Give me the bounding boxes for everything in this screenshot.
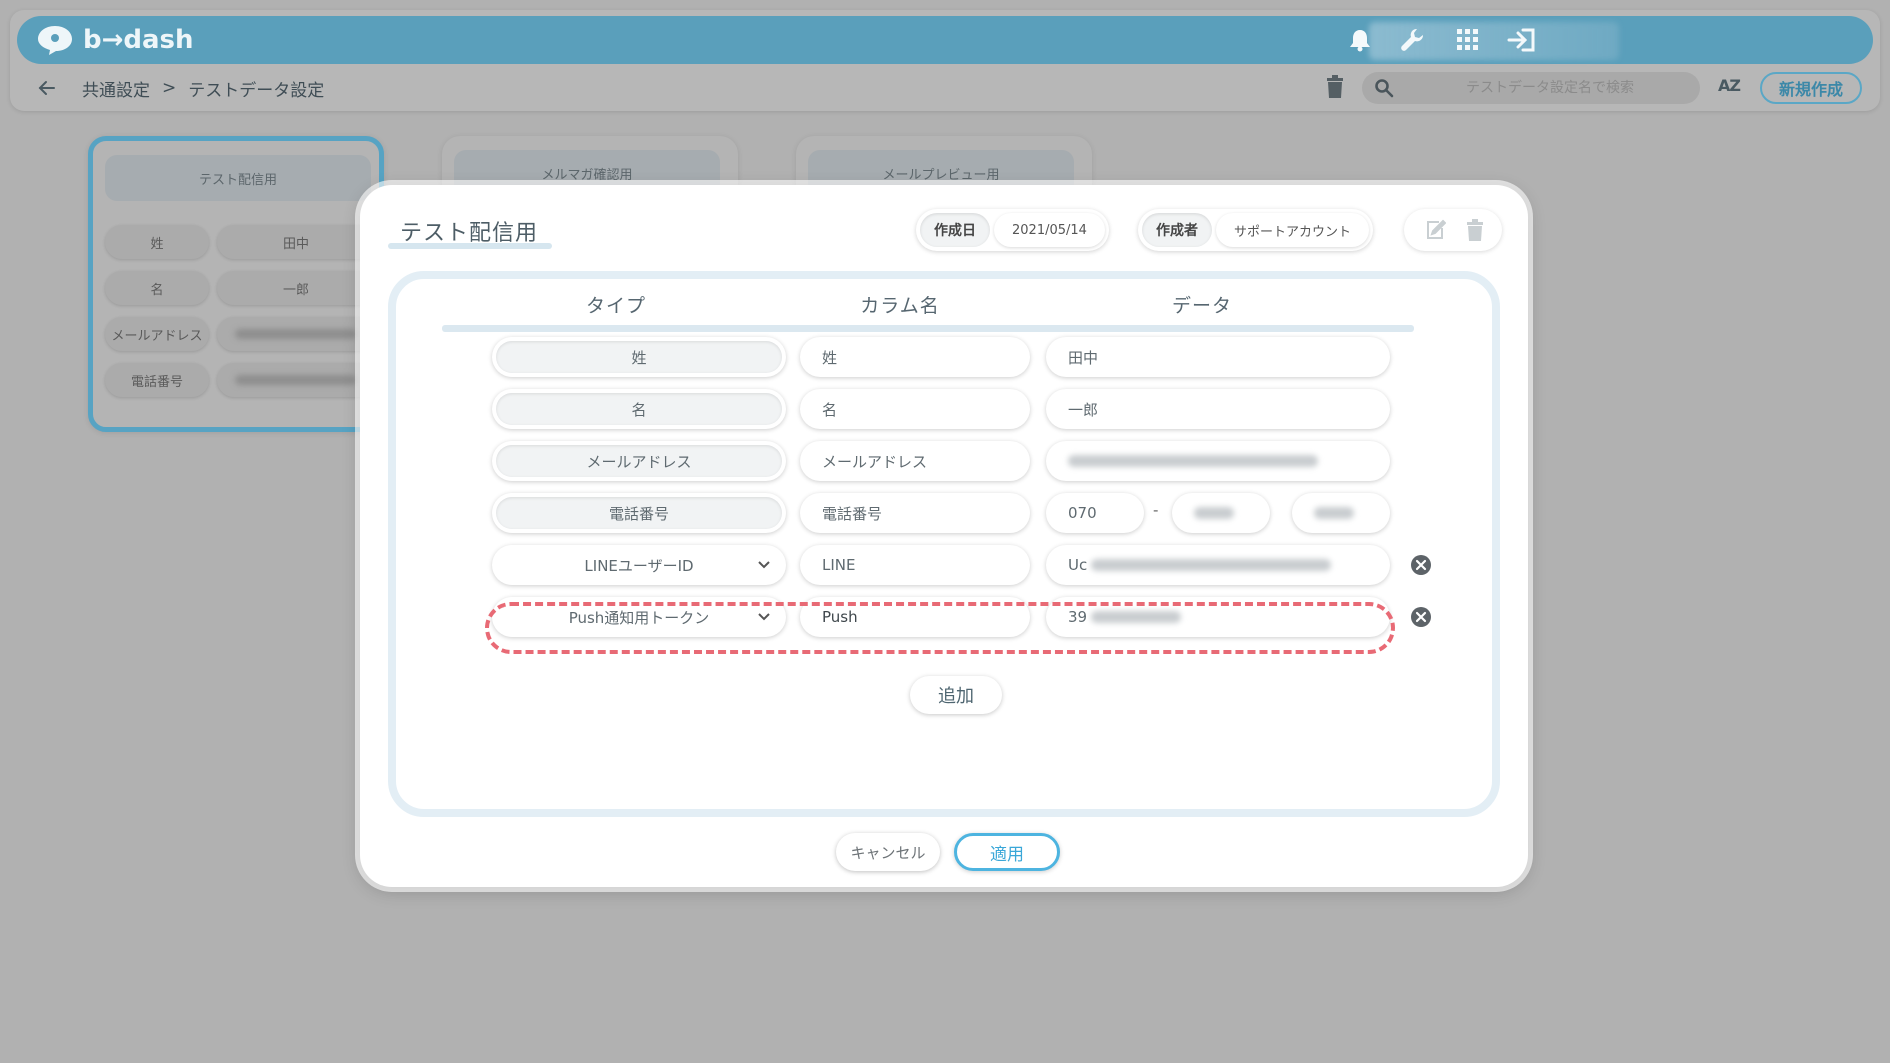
breadcrumb-parent[interactable]: 共通設定	[82, 76, 150, 101]
card-row: 名 一郎	[105, 271, 375, 305]
card-row-value: 一郎	[217, 271, 375, 305]
type-select-value: LINEユーザーID	[584, 556, 694, 575]
column-name-input[interactable]: LINE	[800, 545, 1030, 585]
column-name-input[interactable]: 名	[800, 389, 1030, 429]
modal-actions	[1404, 209, 1502, 251]
creator-label: 作成者	[1142, 213, 1212, 247]
column-header-type: タイプ	[585, 295, 646, 317]
card-row-label: メールアドレス	[105, 317, 209, 351]
card-row-value-blurred	[217, 317, 375, 351]
type-field: 名	[492, 389, 786, 429]
breadcrumb-separator: >	[162, 78, 177, 98]
logout-icon[interactable]	[1507, 25, 1537, 55]
delete-icon[interactable]	[1464, 219, 1486, 241]
blurred-line-id	[1091, 559, 1332, 571]
logo-bubble-icon	[38, 26, 72, 55]
line-id-prefix: Uc	[1068, 556, 1088, 574]
blurred-phone	[1194, 507, 1234, 519]
creator-group: 作成者 サポートアカウント	[1138, 209, 1374, 251]
add-row-button[interactable]: 追加	[910, 676, 1002, 714]
type-select[interactable]: LINEユーザーID	[492, 545, 786, 585]
app-logo[interactable]: b→dash	[35, 21, 194, 59]
card-row-label: 電話番号	[105, 363, 209, 397]
column-header-column-name: カラム名	[860, 295, 940, 317]
top-navigation-bar: b→dash	[17, 16, 1873, 64]
card-row-label: 姓	[105, 225, 209, 259]
card-row-label: 名	[105, 271, 209, 305]
highlight-dashed-outline	[485, 602, 1395, 654]
data-table-panel: タイプ カラム名 データ 姓 姓 田中 名 名 一郎 メールアドレス メールアド…	[388, 271, 1500, 817]
type-value: 名	[496, 393, 782, 425]
type-field: メールアドレス	[492, 441, 786, 481]
phone-separator: -	[1153, 501, 1159, 519]
grid-icon[interactable]	[1453, 25, 1483, 55]
card-row-value: 田中	[217, 225, 375, 259]
breadcrumb: 共通設定 > テストデータ設定	[82, 76, 325, 101]
type-value: 電話番号	[496, 497, 782, 529]
email-data-input[interactable]	[1046, 441, 1390, 481]
type-field: 電話番号	[492, 493, 786, 533]
breadcrumb-current: テストデータ設定	[188, 80, 325, 101]
sort-az-icon[interactable]: AZ	[1718, 76, 1744, 100]
card-row: 電話番号	[105, 363, 375, 397]
data-input[interactable]: 田中	[1046, 337, 1390, 377]
phone-part-3-input[interactable]	[1292, 493, 1390, 533]
line-data-input[interactable]: Uc	[1046, 545, 1390, 585]
created-date-group: 作成日 2021/05/14	[916, 209, 1109, 251]
created-date-label: 作成日	[920, 213, 990, 247]
type-value: 姓	[496, 341, 782, 373]
phone-part-1-input[interactable]: 070	[1046, 493, 1144, 533]
header-divider	[442, 325, 1414, 332]
column-name-input[interactable]: 電話番号	[800, 493, 1030, 533]
title-underline	[388, 243, 552, 249]
logo-text: b→dash	[83, 25, 194, 55]
trash-icon[interactable]	[1325, 75, 1345, 99]
phone-part-2-input[interactable]	[1172, 493, 1270, 533]
column-name-input[interactable]: 姓	[800, 337, 1030, 377]
card-row-value-blurred	[217, 363, 375, 397]
apply-button[interactable]: 適用	[954, 833, 1060, 871]
cancel-button[interactable]: キャンセル	[836, 833, 940, 871]
remove-row-icon[interactable]	[1410, 554, 1432, 576]
wrench-icon[interactable]	[1397, 25, 1427, 55]
chevron-down-icon	[758, 561, 770, 569]
card-row: メールアドレス	[105, 317, 375, 351]
creator-value: サポートアカウント	[1216, 213, 1370, 247]
card-title: テスト配信用	[105, 155, 371, 201]
edit-test-data-modal: テスト配信用 作成日 2021/05/14 作成者 サポートアカウント タイプ …	[360, 185, 1528, 887]
bell-icon[interactable]	[1345, 25, 1375, 55]
type-field: 姓	[492, 337, 786, 377]
search-input[interactable]	[1410, 74, 1690, 102]
column-header-data: データ	[1171, 295, 1232, 317]
data-input[interactable]: 一郎	[1046, 389, 1390, 429]
search-icon	[1375, 79, 1394, 98]
new-create-button[interactable]: 新規作成	[1760, 72, 1862, 104]
type-value: メールアドレス	[496, 445, 782, 477]
blurred-phone	[1314, 507, 1354, 519]
edit-icon[interactable]	[1424, 219, 1446, 241]
blurred-email	[1068, 455, 1318, 467]
test-data-card[interactable]: テスト配信用 姓 田中 名 一郎 メールアドレス 電話番号	[88, 136, 384, 432]
column-name-input[interactable]: メールアドレス	[800, 441, 1030, 481]
card-row: 姓 田中	[105, 225, 375, 259]
search-box	[1362, 72, 1700, 104]
back-arrow-icon[interactable]	[36, 77, 58, 99]
created-date-value: 2021/05/14	[994, 213, 1105, 247]
remove-row-icon[interactable]	[1410, 606, 1432, 628]
